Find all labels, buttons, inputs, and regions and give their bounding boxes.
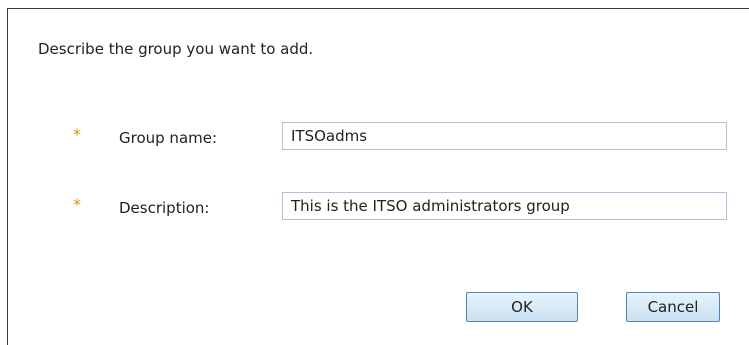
add-group-dialog: Describe the group you want to add. * Gr…	[7, 8, 749, 345]
required-marker: *	[73, 195, 81, 214]
required-marker: *	[73, 125, 81, 144]
group-name-row: * Group name:	[8, 121, 749, 155]
ok-button[interactable]: OK	[466, 292, 578, 322]
group-name-input[interactable]	[282, 122, 727, 150]
cancel-button[interactable]: Cancel	[626, 292, 720, 322]
description-label: Description:	[119, 199, 210, 217]
description-input[interactable]	[282, 192, 727, 220]
group-name-label: Group name:	[119, 129, 218, 147]
dialog-instruction: Describe the group you want to add.	[38, 40, 314, 58]
description-row: * Description:	[8, 191, 749, 225]
